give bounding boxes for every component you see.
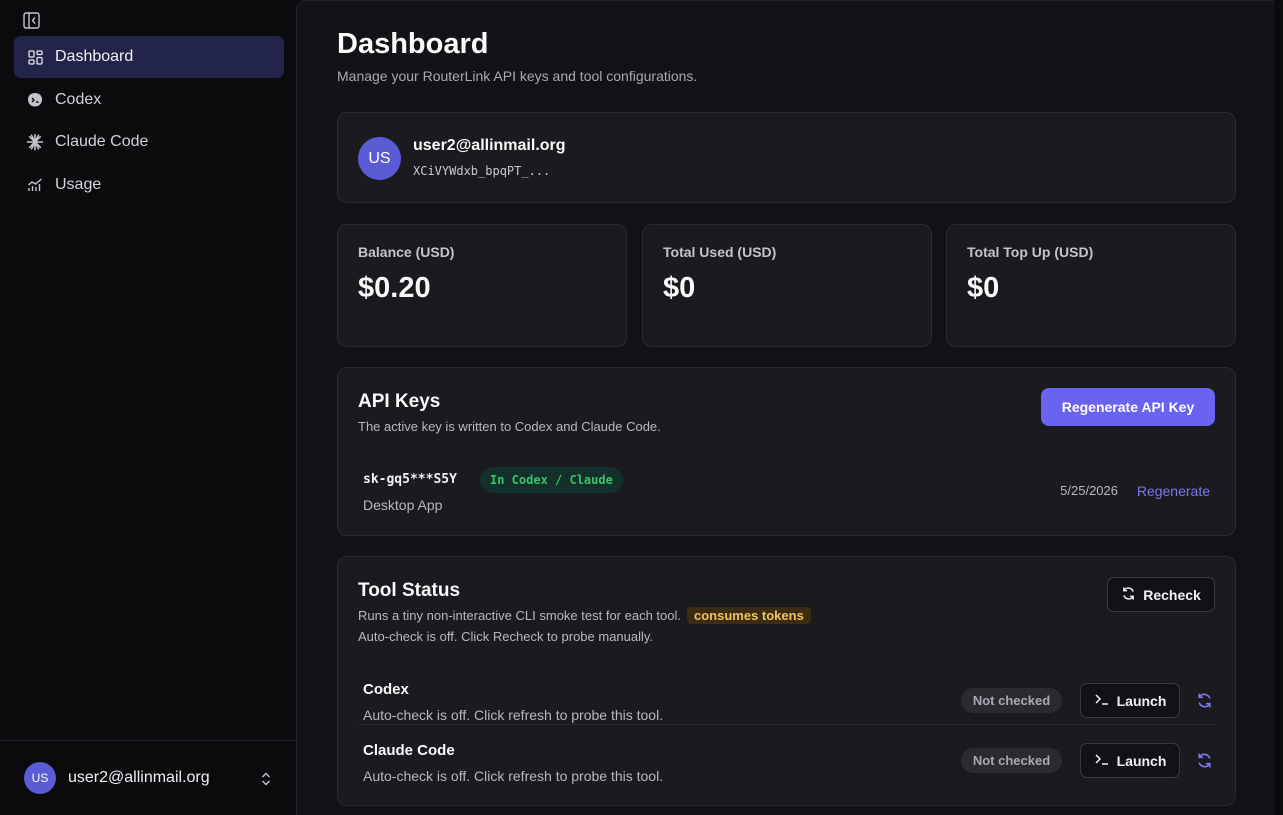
stat-label: Balance (USD) — [358, 244, 455, 260]
launch-label: Launch — [1116, 752, 1167, 769]
recheck-button[interactable]: Recheck — [1107, 577, 1215, 612]
user-card: US user2@allinmail.org XCiVYWdxb_bpqPT_.… — [337, 112, 1236, 203]
codex-icon — [26, 91, 44, 109]
tool-desc: Auto-check is off. Click refresh to prob… — [363, 707, 664, 723]
stat-label: Total Used (USD) — [663, 244, 777, 260]
stat-value: $0 — [967, 272, 1000, 304]
stat-label: Total Top Up (USD) — [967, 244, 1094, 260]
stat-value: $0.20 — [358, 272, 431, 304]
recheck-label: Recheck — [1143, 586, 1201, 603]
api-keys-description: The active key is written to Codex and C… — [358, 419, 661, 434]
api-key-name: sk-gq5***S5Y — [363, 472, 457, 487]
tool-status-note: Auto-check is off. Click Recheck to prob… — [358, 629, 654, 644]
sidebar-item-usage[interactable]: Usage — [14, 164, 284, 206]
sidebar-item-claude-code[interactable]: Claude Code — [14, 121, 284, 163]
status-badge: Not checked — [961, 688, 1062, 713]
regenerate-api-key-button[interactable]: Regenerate API Key — [1041, 388, 1215, 426]
refresh-icon[interactable] — [1196, 752, 1214, 770]
sidebar-item-dashboard[interactable]: Dashboard — [14, 36, 284, 78]
sidebar: Dashboard Codex Claude Code Usage US use… — [0, 0, 296, 815]
sidebar-item-label: Dashboard — [55, 48, 134, 65]
account-menu[interactable]: US user2@allinmail.org — [0, 740, 296, 815]
sidebar-item-label: Usage — [55, 175, 102, 193]
main-content: Dashboard Manage your RouterLink API key… — [296, 0, 1274, 815]
avatar: US — [24, 762, 56, 794]
scrollbar[interactable] — [1274, 0, 1283, 815]
tool-status-card: Tool Status Runs a tiny non-interactive … — [337, 556, 1236, 806]
collapse-sidebar-icon[interactable] — [22, 11, 40, 29]
page-subtitle: Manage your RouterLink API keys and tool… — [337, 68, 698, 84]
refresh-icon — [1121, 586, 1136, 604]
tool-status-title: Tool Status — [358, 580, 461, 601]
tool-row-codex: Codex Auto-check is off. Click refresh t… — [358, 665, 1216, 725]
tool-name: Claude Code — [363, 742, 455, 759]
claude-icon — [26, 133, 44, 151]
refresh-icon[interactable] — [1196, 692, 1214, 710]
api-key-date: 5/25/2026 — [1060, 483, 1118, 498]
stat-card-total-top-up: Total Top Up (USD) $0 — [946, 224, 1236, 347]
account-email: user2@allinmail.org — [68, 769, 210, 786]
status-badge: Not checked — [961, 748, 1062, 773]
avatar: US — [358, 137, 401, 180]
chart-icon — [26, 176, 44, 194]
sidebar-item-label: Codex — [55, 90, 102, 108]
consumes-tokens-badge: consumes tokens — [687, 607, 811, 624]
regenerate-key-link[interactable]: Regenerate — [1137, 483, 1210, 499]
launch-claude-code-button[interactable]: Launch — [1080, 743, 1180, 778]
tool-row-claude-code: Claude Code Auto-check is off. Click ref… — [358, 726, 1216, 786]
api-key-status-badge: In Codex / Claude — [480, 467, 623, 493]
user-key-preview: XCiVYWdxb_bpqPT_... — [413, 164, 551, 178]
stat-card-total-used: Total Used (USD) $0 — [642, 224, 932, 347]
tool-status-description: Runs a tiny non-interactive CLI smoke te… — [358, 607, 811, 624]
terminal-icon — [1094, 752, 1110, 769]
sidebar-nav: Dashboard Codex Claude Code Usage — [14, 36, 284, 206]
user-email: user2@allinmail.org — [413, 137, 566, 154]
stat-value: $0 — [663, 272, 696, 304]
dashboard-icon — [26, 48, 44, 66]
api-keys-card: API Keys The active key is written to Co… — [337, 367, 1236, 536]
tool-desc: Auto-check is off. Click refresh to prob… — [363, 768, 664, 784]
stat-card-balance: Balance (USD) $0.20 — [337, 224, 627, 347]
launch-codex-button[interactable]: Launch — [1080, 683, 1180, 718]
page-title: Dashboard — [337, 28, 489, 60]
launch-label: Launch — [1116, 692, 1167, 709]
tool-status-description-text: Runs a tiny non-interactive CLI smoke te… — [358, 608, 681, 623]
sidebar-item-label: Claude Code — [55, 133, 149, 150]
chevron-up-down-icon[interactable] — [260, 771, 272, 792]
tool-name: Codex — [363, 681, 409, 698]
api-keys-title: API Keys — [358, 391, 441, 412]
terminal-icon — [1094, 692, 1110, 709]
api-key-device: Desktop App — [363, 497, 443, 513]
sidebar-item-codex[interactable]: Codex — [14, 79, 284, 121]
